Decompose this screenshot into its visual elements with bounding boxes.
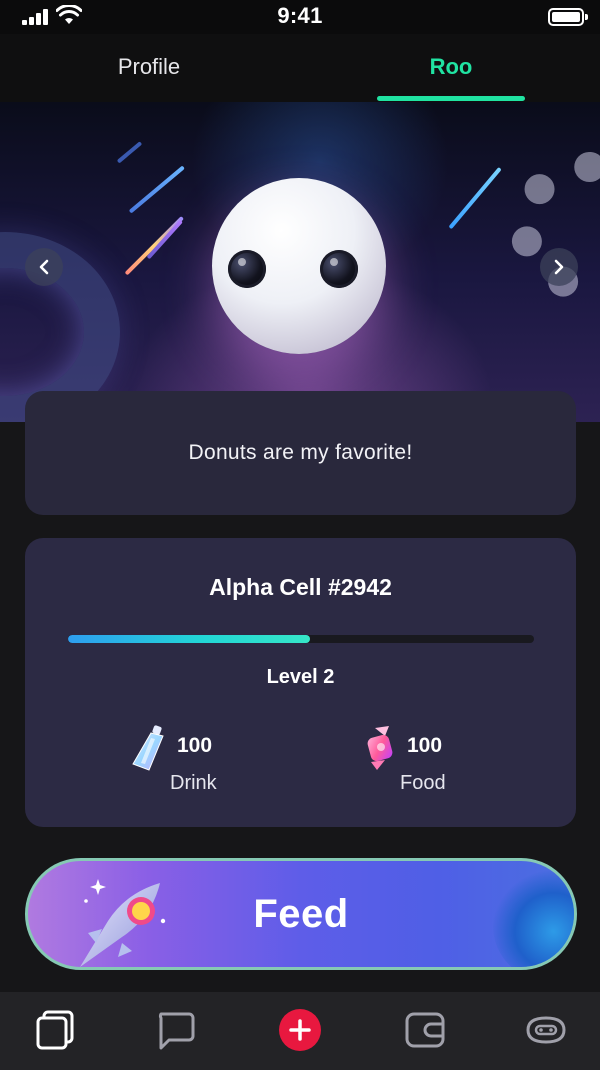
chevron-right-icon: [554, 259, 564, 275]
nav-add-button[interactable]: [276, 1006, 324, 1054]
add-icon: [279, 1009, 321, 1051]
feed-button-label: Feed: [253, 891, 349, 936]
pet-message-text: Donuts are my favorite!: [188, 441, 413, 464]
active-tab-indicator: [377, 96, 525, 101]
nav-pet-button[interactable]: [522, 1006, 570, 1054]
status-bar: 9:41: [0, 0, 600, 34]
cards-icon: [36, 1010, 74, 1050]
chat-icon: [158, 1012, 195, 1050]
pet-icon: [526, 1016, 566, 1044]
pet-hero-scene: [0, 102, 600, 422]
tab-profile[interactable]: Profile: [74, 34, 224, 102]
app-screen: 9:41 Profile Roo Donuts are my favorite!: [0, 0, 600, 1070]
chevron-left-icon: [39, 259, 49, 275]
drink-label: Drink: [170, 772, 217, 794]
nav-wallet-button[interactable]: [401, 1006, 449, 1054]
shooting-star: [146, 219, 183, 260]
food-stat: 100 Food: [359, 724, 509, 804]
shooting-star: [128, 165, 185, 214]
food-label: Food: [400, 772, 446, 794]
shooting-star: [116, 141, 143, 164]
nav-chat-button[interactable]: [151, 1006, 199, 1054]
nav-cards-button[interactable]: [32, 1006, 80, 1054]
wallet-icon: [405, 1012, 445, 1048]
next-pet-button[interactable]: [540, 248, 578, 286]
level-progress-bar: [68, 635, 534, 643]
battery-icon: [548, 8, 588, 26]
previous-pet-button[interactable]: [25, 248, 63, 286]
tab-roo[interactable]: Roo: [377, 34, 525, 102]
pet-eye-left: [228, 250, 266, 288]
drink-stat: 100 Drink: [129, 724, 279, 804]
level-progress-fill: [68, 635, 311, 643]
feed-button[interactable]: Feed: [25, 858, 577, 970]
drink-value: 100: [177, 734, 213, 757]
food-value: 100: [407, 734, 443, 757]
pet-eye-right: [320, 250, 358, 288]
pet-name: Alpha Cell #2942: [209, 574, 392, 600]
candy-icon: [367, 726, 393, 770]
drink-pouch-icon: [132, 725, 164, 771]
bottom-navigation: [0, 992, 600, 1070]
status-time: 9:41: [277, 3, 323, 28]
pet-creature[interactable]: [212, 178, 386, 354]
shooting-star: [448, 166, 502, 230]
pet-stats-card: Alpha Cell #2942 Level 2 100 Drink 100 F…: [25, 538, 576, 827]
level-label: Level 2: [266, 666, 335, 688]
tab-bar: Profile Roo: [0, 34, 600, 102]
pet-message-card: Donuts are my favorite!: [25, 391, 576, 515]
